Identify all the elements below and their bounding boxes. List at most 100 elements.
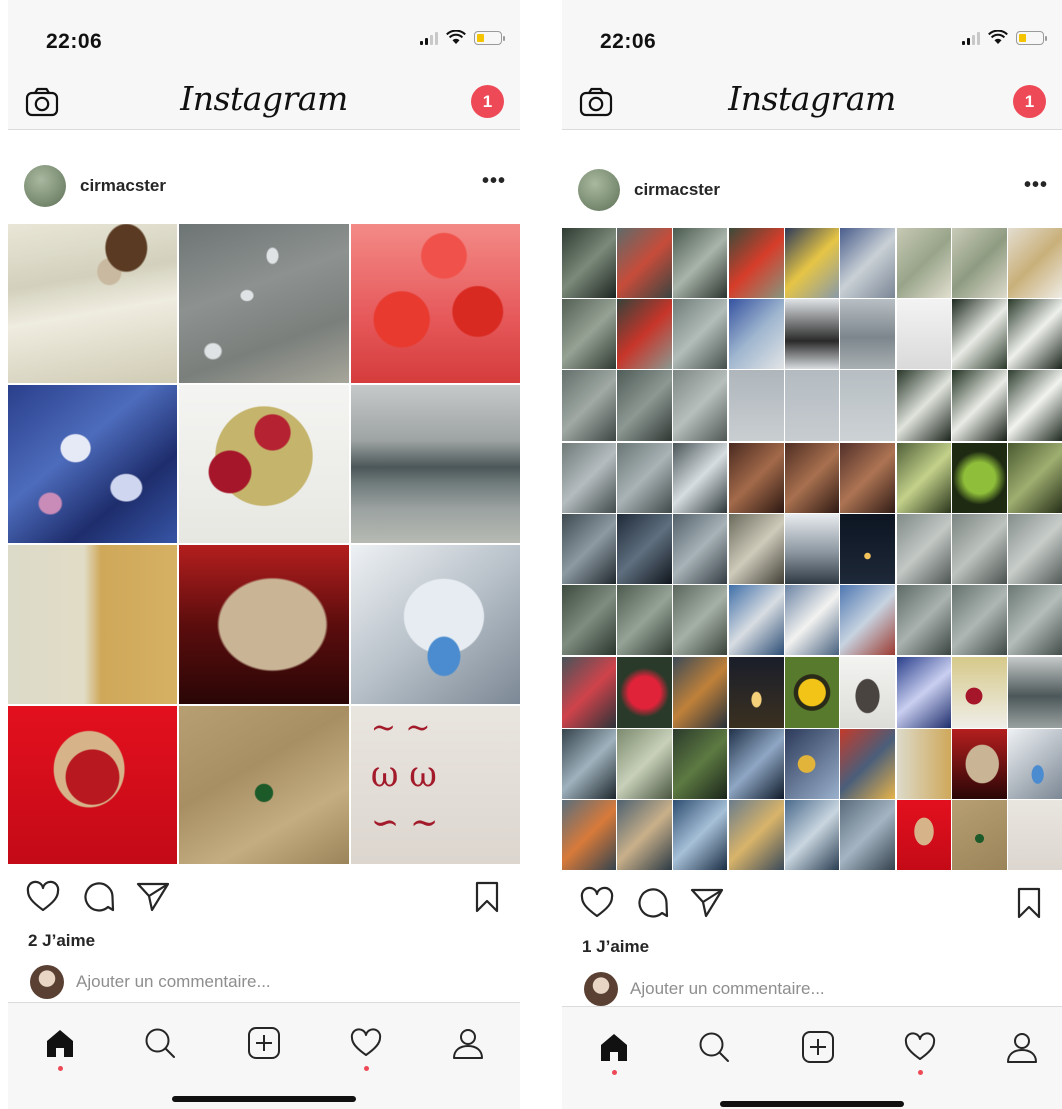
bookmark-icon[interactable]	[468, 878, 506, 916]
instagram-header: Instagram 1	[562, 74, 1062, 130]
photo-mosaic-tile	[896, 228, 1062, 441]
share-icon[interactable]	[134, 878, 172, 916]
tab-profile[interactable]	[1000, 1025, 1044, 1069]
svg-text:~ ~: ~ ~	[371, 709, 431, 746]
photo-tile	[8, 705, 178, 864]
instagram-logo: Instagram	[728, 79, 896, 118]
bottom-tab-bar	[562, 1006, 1062, 1109]
tab-profile[interactable]	[446, 1021, 490, 1065]
photo-mosaic-tile	[729, 228, 895, 441]
photo-tile	[8, 224, 178, 383]
wifi-icon	[988, 30, 1008, 44]
phone-screen-right: 22:06 Instagram 1 cirmacster ••• 1 J’aim…	[562, 0, 1062, 1109]
post-author-avatar[interactable]	[24, 165, 66, 207]
post-photo-grid[interactable]: ~ ~ ω ω ∽ ∼	[8, 224, 520, 864]
home-icon	[47, 1030, 73, 1057]
phone-screen-left: 22:06 Instagram 1 cirmacster ••• ~ ~ ω ω…	[8, 0, 520, 1109]
photo-mosaic-tile	[896, 442, 1062, 656]
tab-search[interactable]	[138, 1021, 182, 1065]
photo-tile	[350, 384, 520, 543]
tab-add-post[interactable]	[796, 1025, 840, 1069]
activity-heart-icon	[350, 1028, 382, 1056]
status-icons	[420, 30, 505, 45]
status-bar: 22:06	[8, 0, 520, 74]
add-comment-row[interactable]: Ajouter un commentaire...	[8, 963, 520, 1003]
status-icons	[962, 30, 1047, 45]
tab-home[interactable]	[592, 1025, 636, 1075]
search-icon	[145, 1028, 175, 1058]
notification-badge[interactable]: 1	[1013, 85, 1046, 118]
add-comment-row[interactable]: Ajouter un commentaire...	[562, 970, 1062, 1010]
notification-badge[interactable]: 1	[471, 85, 504, 118]
more-options-icon[interactable]: •••	[482, 170, 506, 193]
post-actions	[8, 872, 520, 922]
status-bar: 22:06	[562, 0, 1062, 74]
bookmark-icon[interactable]	[1010, 884, 1048, 922]
comment-icon[interactable]	[80, 878, 118, 916]
home-activity-dot	[611, 1070, 617, 1075]
photo-tile	[8, 545, 178, 704]
comment-input[interactable]: Ajouter un commentaire...	[630, 979, 825, 999]
post-author-avatar[interactable]	[578, 169, 620, 211]
photo-tile	[350, 224, 520, 383]
battery-icon	[1016, 30, 1047, 45]
photo-mosaic-tile	[562, 228, 728, 441]
tab-activity[interactable]	[344, 1021, 388, 1071]
tab-search[interactable]	[692, 1025, 736, 1069]
svg-text:ω ω: ω ω	[371, 753, 437, 795]
photo-mosaic-tile	[729, 442, 895, 656]
current-user-avatar	[584, 972, 618, 1006]
search-icon	[699, 1032, 729, 1062]
heart-icon[interactable]	[578, 884, 616, 922]
svg-text:∽ ∼: ∽ ∼	[371, 801, 439, 843]
post-username[interactable]: cirmacster	[634, 180, 720, 200]
post-header: cirmacster •••	[8, 160, 520, 220]
add-post-icon	[802, 1031, 834, 1063]
activity-heart-icon	[904, 1032, 936, 1060]
heart-icon[interactable]	[24, 878, 62, 916]
post-header: cirmacster •••	[562, 164, 1062, 224]
photo-tile	[179, 384, 349, 543]
photo-mosaic-tile	[896, 657, 1062, 870]
comment-icon[interactable]	[634, 884, 672, 922]
activity-dot	[363, 1066, 369, 1071]
home-indicator[interactable]	[720, 1101, 904, 1107]
comment-input[interactable]: Ajouter un commentaire...	[76, 972, 271, 992]
tab-activity[interactable]	[898, 1025, 942, 1075]
current-user-avatar	[30, 965, 64, 999]
tab-home[interactable]	[38, 1021, 82, 1071]
home-indicator[interactable]	[172, 1096, 356, 1102]
photo-mosaic-tile	[729, 657, 895, 870]
signal-icon	[962, 31, 980, 45]
photo-tile	[179, 705, 349, 864]
photo-mosaic-tile	[562, 442, 728, 656]
post-actions	[562, 878, 1062, 928]
photo-mosaic-tile	[562, 657, 728, 870]
home-icon	[601, 1034, 627, 1061]
activity-dot	[917, 1070, 923, 1075]
photo-digits-graphic: ~ ~ ω ω ∽ ∼	[371, 709, 439, 844]
share-icon[interactable]	[688, 884, 726, 922]
wifi-icon	[446, 30, 466, 44]
post-username[interactable]: cirmacster	[80, 176, 166, 196]
status-time: 22:06	[46, 30, 103, 53]
instagram-logo: Instagram	[180, 79, 348, 118]
like-count[interactable]: 1 J’aime	[582, 937, 649, 957]
instagram-header: Instagram 1	[8, 74, 520, 130]
more-options-icon[interactable]: •••	[1024, 174, 1048, 197]
status-time: 22:06	[600, 30, 657, 53]
tab-add-post[interactable]	[242, 1021, 286, 1065]
battery-icon	[474, 30, 505, 45]
photo-tile	[179, 545, 349, 704]
profile-icon	[1007, 1033, 1037, 1063]
home-activity-dot	[57, 1066, 63, 1071]
add-post-icon	[248, 1027, 280, 1059]
photo-tile	[179, 224, 349, 383]
post-photo-grid[interactable]	[562, 228, 1062, 870]
photo-tile: ~ ~ ω ω ∽ ∼	[350, 705, 520, 864]
like-count[interactable]: 2 J’aime	[28, 931, 95, 951]
bottom-tab-bar	[8, 1002, 520, 1109]
photo-tile	[350, 545, 520, 704]
signal-icon	[420, 31, 438, 45]
profile-icon	[453, 1029, 483, 1059]
